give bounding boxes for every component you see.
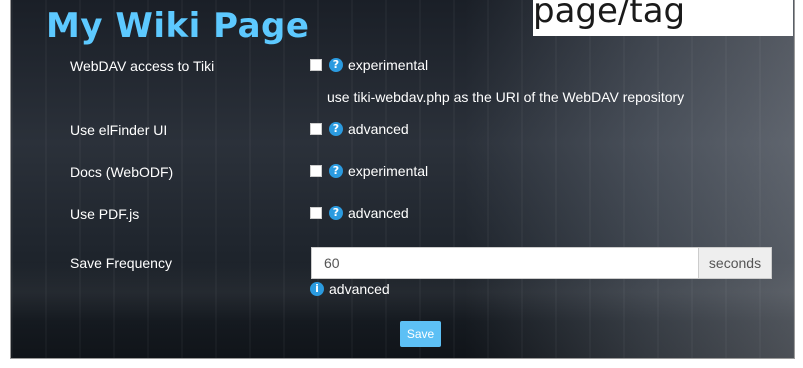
settings-panel: WebDAV access to Tiki ? experimental use… <box>10 0 795 359</box>
setting-label-docs: Docs (WebODF) <box>70 164 174 180</box>
elfinder-checkbox[interactable] <box>310 123 322 135</box>
setting-label-webdav: WebDAV access to Tiki <box>70 58 215 74</box>
setting-label-pdfjs: Use PDF.js <box>70 206 140 222</box>
save-frequency-badge-row: i advanced <box>310 281 390 297</box>
setting-label-save-frequency: Save Frequency <box>70 255 172 271</box>
docs-badge: experimental <box>348 163 429 179</box>
setting-control-webdav: ? experimental <box>310 57 428 73</box>
setting-control-pdfjs: ? advanced <box>310 205 409 221</box>
header: My Wiki Page page/tag <box>10 0 793 46</box>
pdfjs-checkbox[interactable] <box>310 207 322 219</box>
save-button[interactable]: Save <box>400 321 441 347</box>
site-title: My Wiki Page <box>46 6 310 46</box>
help-icon[interactable]: ? <box>329 206 343 220</box>
setting-control-elfinder: ? advanced <box>310 121 409 137</box>
save-frequency-badge: advanced <box>329 281 390 297</box>
help-icon[interactable]: ? <box>329 58 343 72</box>
save-frequency-group: 60 seconds <box>311 247 772 279</box>
setting-label-elfinder: Use elFinder UI <box>70 122 168 138</box>
pdfjs-badge: advanced <box>348 205 409 221</box>
help-icon[interactable]: ? <box>329 164 343 178</box>
elfinder-badge: advanced <box>348 121 409 137</box>
help-icon[interactable]: ? <box>329 122 343 136</box>
header-right-text: page/tag <box>533 0 686 31</box>
webdav-checkbox[interactable] <box>310 59 322 71</box>
save-frequency-input[interactable]: 60 <box>311 247 698 279</box>
save-frequency-unit: seconds <box>698 247 772 279</box>
info-icon[interactable]: i <box>310 282 324 296</box>
webdav-badge: experimental <box>348 57 429 73</box>
docs-checkbox[interactable] <box>310 165 322 177</box>
webdav-hint: use tiki-webdav.php as the URI of the We… <box>327 89 685 105</box>
header-right-area: page/tag <box>533 0 793 36</box>
setting-control-docs: ? experimental <box>310 163 428 179</box>
